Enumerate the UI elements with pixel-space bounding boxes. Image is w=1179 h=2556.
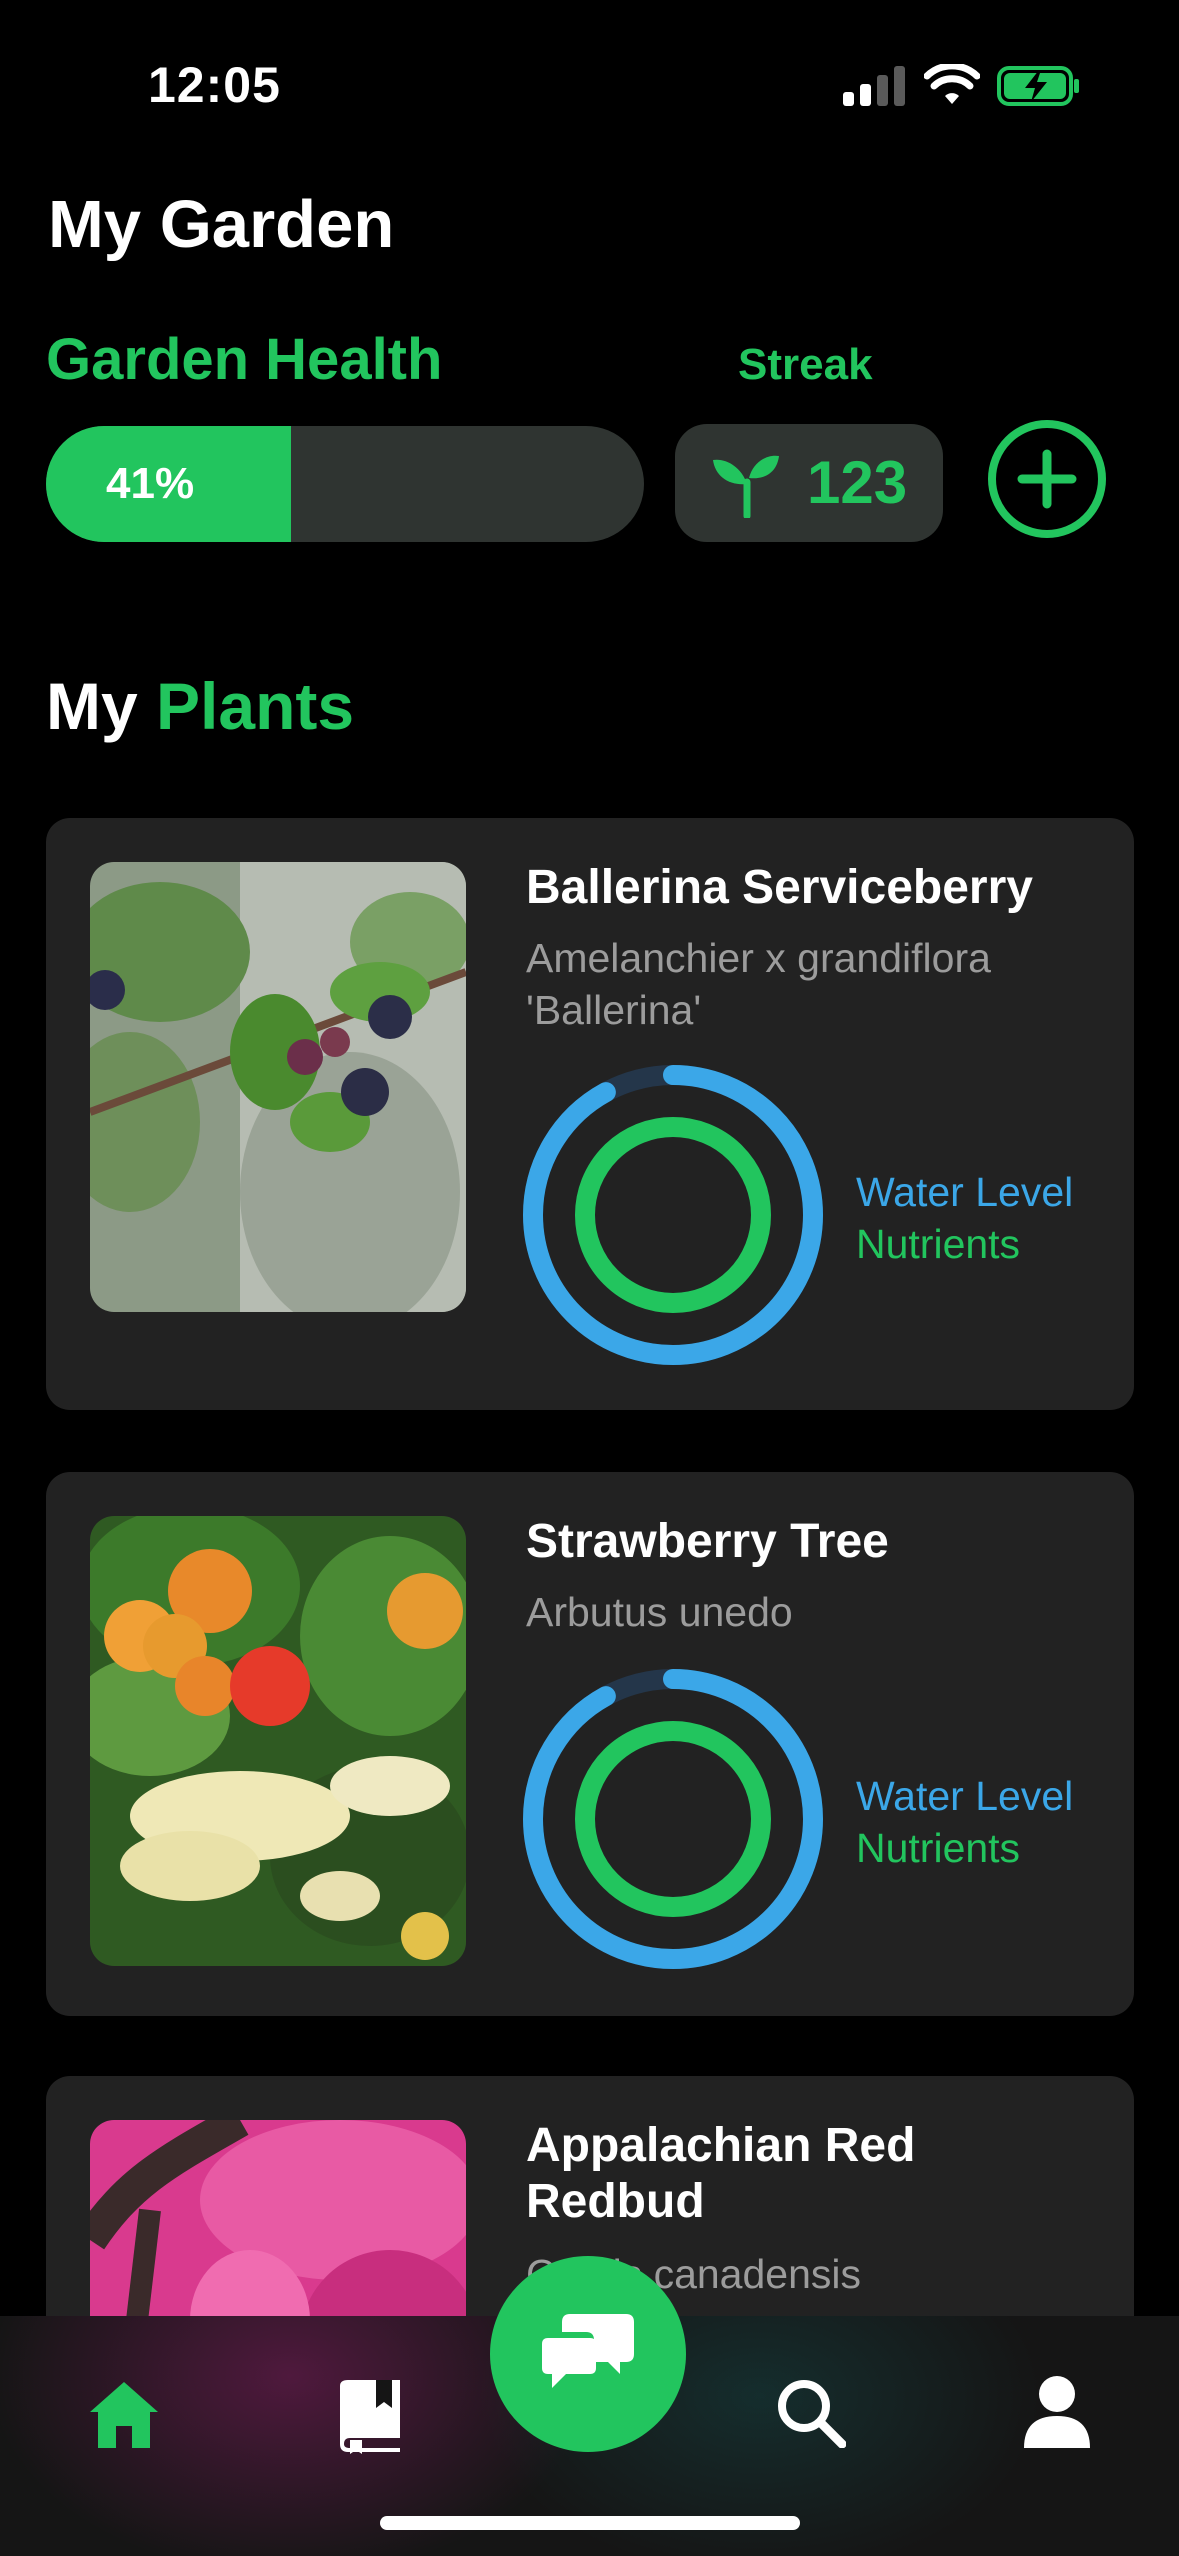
plant-card[interactable]: Ballerina Serviceberry Amelanchier x gra… [46,818,1134,1410]
plant-card[interactable]: Strawberry Tree Arbutus unedo Water Leve… [46,1472,1134,2016]
cellular-signal-icon [843,66,905,106]
garden-health-bar: 41% [46,426,644,542]
nutrients-label: Nutrients [856,1221,1021,1267]
nutrients-ring [575,1721,771,1917]
plant-status-rings [523,1669,823,1969]
ring-legend: Water Level Nutrients [856,1770,1073,1874]
plant-name: Appalachian Red Redbud [526,2119,916,2228]
garden-health-label: Garden Health [46,327,443,392]
plant-photo-strawberry-tree [90,1516,466,1966]
battery-charging-icon [997,66,1079,106]
plant-photo-serviceberry [90,862,466,1312]
plant-scientific-name: Arbutus unedo [526,1589,793,1635]
streak-value: 123 [807,449,908,516]
home-indicator [380,2516,800,2530]
plant-status-rings [523,1065,823,1365]
section-title-highlight: Plants [156,669,355,743]
ring-legend: Water Level Nutrients [856,1166,1073,1270]
sprout-icon [713,455,779,518]
nutrients-label: Nutrients [856,1825,1021,1871]
wifi-icon [924,64,980,104]
chat-button[interactable] [490,2256,686,2452]
section-title: My Plants [46,668,354,744]
streak-badge: 123 [675,424,943,542]
book-icon[interactable] [336,2378,404,2454]
plant-scientific-name: Amelanchier x grandiflora 'Ballerina' [526,935,991,1033]
chat-icon [542,2314,634,2388]
section-title-prefix: My [46,669,138,743]
nutrients-ring [575,1117,771,1313]
add-plant-button[interactable] [988,420,1106,538]
search-icon[interactable] [776,2378,846,2448]
water-level-label: Water Level [856,1169,1074,1215]
page-title: My Garden [48,187,395,262]
status-time: 12:05 [148,57,281,113]
water-level-label: Water Level [856,1773,1074,1819]
plant-name: Ballerina Serviceberry [526,861,1033,914]
garden-health-value: 41% [106,459,195,508]
streak-label: Streak [738,340,873,389]
profile-icon[interactable] [1024,2374,1090,2448]
home-icon[interactable] [88,2378,160,2450]
plus-icon [1017,449,1077,509]
plant-name: Strawberry Tree [526,1515,889,1568]
